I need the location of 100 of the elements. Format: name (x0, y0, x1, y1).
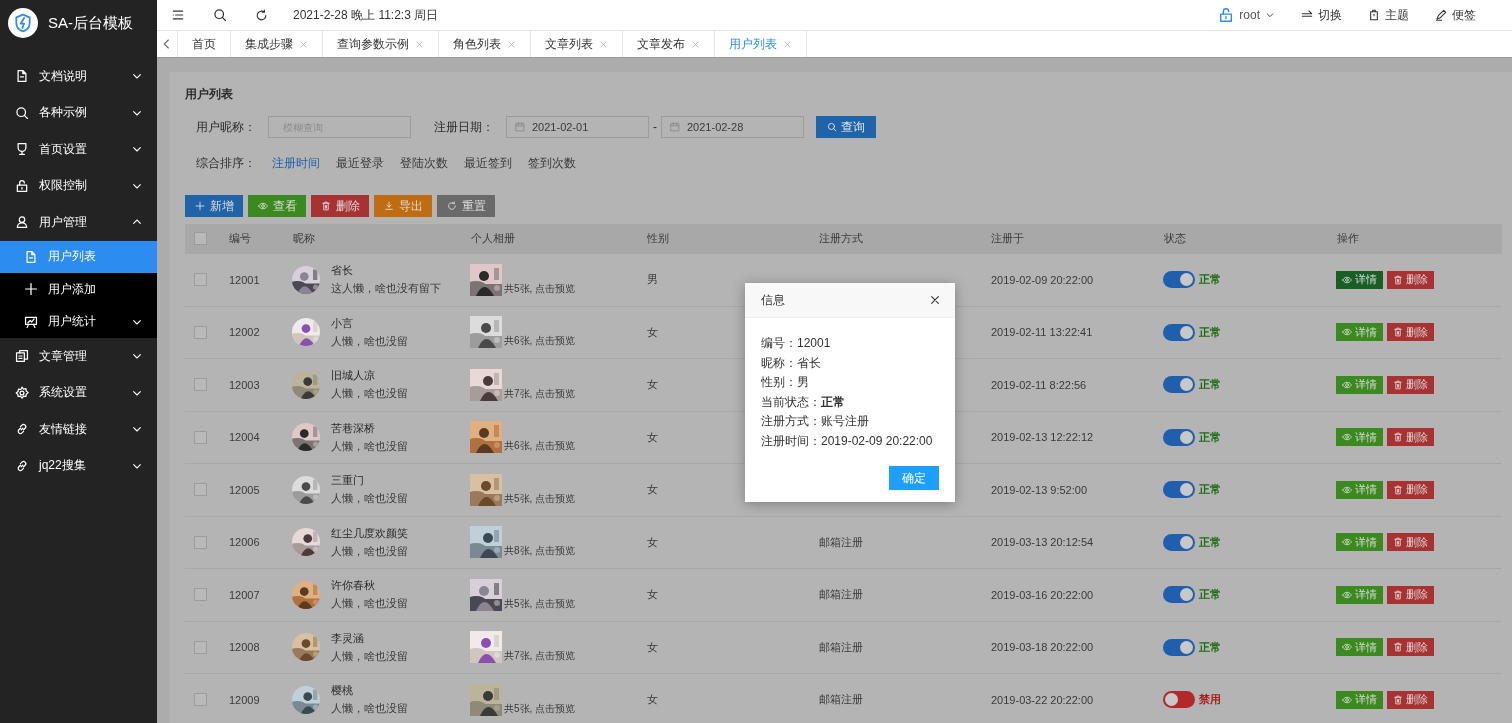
sidebar-item[interactable]: 各种示例 (0, 94, 157, 131)
checkbox[interactable] (194, 273, 207, 287)
sidebar-item[interactable]: 权限控制 (0, 167, 157, 204)
detail-button[interactable]: 详情 (1336, 638, 1383, 657)
date-field[interactable]: 2021-02-01 (506, 116, 649, 138)
close-icon (599, 39, 608, 49)
sort-option[interactable]: 最近签到 (464, 154, 512, 172)
refresh-icon[interactable] (255, 8, 268, 22)
preview-link[interactable]: 共6张, 点击预览 (504, 334, 576, 349)
checkbox[interactable] (194, 325, 207, 339)
toggle-switch[interactable] (1163, 271, 1195, 289)
checkbox[interactable] (194, 378, 207, 392)
delete-button[interactable]: 删除 (1387, 585, 1434, 604)
close-icon[interactable] (929, 294, 941, 306)
delete-button[interactable]: 删除 (1387, 690, 1434, 709)
preview-link[interactable]: 共6张, 点击预览 (504, 439, 576, 454)
sort-option[interactable]: 注册时间 (272, 154, 320, 172)
notes-button[interactable]: 便签 (1435, 6, 1476, 24)
detail-button[interactable]: 详情 (1336, 428, 1383, 447)
preview-link[interactable]: 共5张, 点击预览 (504, 491, 576, 506)
tab[interactable]: 查询参数示例 (323, 31, 439, 57)
status-text: 正常 (1199, 587, 1221, 603)
theme-button[interactable]: 主题 (1368, 6, 1409, 24)
preview-link[interactable]: 共5张, 点击预览 (504, 701, 576, 716)
query-button[interactable]: 查询 (816, 116, 876, 138)
detail-button[interactable]: 详情 (1336, 533, 1383, 552)
toggle-switch[interactable] (1163, 481, 1195, 499)
delete-button[interactable]: 删除 (311, 195, 369, 217)
sidebar-item[interactable]: 文档说明 (0, 58, 157, 95)
checkbox[interactable] (194, 232, 207, 245)
checkbox[interactable] (194, 588, 207, 602)
toggle-switch[interactable] (1163, 586, 1195, 604)
preview-link[interactable]: 共7张, 点击预览 (504, 649, 576, 664)
toggle-switch[interactable] (1163, 376, 1195, 394)
checkbox[interactable] (194, 693, 207, 707)
reset-button[interactable]: 重置 (437, 195, 495, 217)
preview-link[interactable]: 共7张, 点击预览 (504, 386, 576, 401)
sidebar-item[interactable]: 文章管理 (0, 338, 157, 375)
delete-button[interactable]: 删除 (1387, 323, 1434, 342)
nickname: 许你春秋 (331, 578, 376, 594)
preview-link[interactable]: 共5张, 点击预览 (504, 281, 576, 296)
checkbox[interactable] (194, 640, 207, 654)
delete-button[interactable]: 删除 (1387, 480, 1434, 499)
menu-icon[interactable] (171, 8, 185, 22)
sidebar-item[interactable]: 用户管理 (0, 204, 157, 241)
link-icon (15, 422, 29, 437)
date-time: 2021-2-28 晚上 11:2:3 周日 (293, 6, 440, 24)
sort-option[interactable]: 签到次数 (528, 154, 576, 172)
table-cell: 12001 (229, 273, 260, 286)
delete-button[interactable]: 删除 (1387, 375, 1434, 394)
tab[interactable]: 文章列表 (531, 31, 623, 57)
detail-button[interactable]: 详情 (1336, 270, 1383, 289)
plus-icon (194, 201, 205, 211)
eye-icon (1342, 327, 1352, 338)
checkbox[interactable] (194, 430, 207, 444)
tab[interactable]: 文章发布 (623, 31, 715, 57)
sort-option[interactable]: 登陆次数 (400, 154, 448, 172)
view-button[interactable]: 查看 (248, 195, 306, 217)
toggle-switch[interactable] (1163, 638, 1195, 656)
eye-icon (257, 201, 268, 211)
checkbox[interactable] (194, 483, 207, 497)
detail-button[interactable]: 详情 (1336, 375, 1383, 394)
sidebar-item[interactable]: jq22搜集 (0, 447, 157, 484)
delete-button[interactable]: 删除 (1387, 533, 1434, 552)
table-cell: 12004 (229, 431, 260, 444)
user-menu[interactable]: root (1218, 7, 1275, 23)
delete-button[interactable]: 删除 (1387, 638, 1434, 657)
sidebar-item[interactable]: 用户列表 (0, 240, 157, 273)
preview-link[interactable]: 共8张, 点击预览 (504, 544, 576, 559)
sidebar-item[interactable]: 系统设置 (0, 374, 157, 411)
sidebar-item[interactable]: 首页设置 (0, 131, 157, 168)
tab[interactable]: 用户列表 (715, 31, 807, 57)
sort-option[interactable]: 最近登录 (336, 154, 384, 172)
sidebar-item[interactable]: 用户添加 (0, 273, 157, 306)
detail-button[interactable]: 详情 (1336, 690, 1383, 709)
tab[interactable]: 首页 (178, 31, 231, 57)
toggle-switch[interactable] (1163, 428, 1195, 446)
date-field[interactable]: 2021-02-28 (661, 116, 804, 138)
detail-button[interactable]: 详情 (1336, 480, 1383, 499)
export-button[interactable]: 导出 (374, 195, 432, 217)
info-line: 注册方式：账号注册 (761, 414, 870, 430)
preview-link[interactable]: 共5张, 点击预览 (504, 596, 576, 611)
sidebar-item[interactable]: 用户统计 (0, 305, 157, 338)
toggle-switch[interactable] (1163, 691, 1195, 709)
info-line: 当前状态：正常 (761, 394, 846, 410)
sidebar-item[interactable]: 友情链接 (0, 411, 157, 448)
search-icon[interactable] (213, 8, 227, 22)
toggle-switch[interactable] (1163, 533, 1195, 551)
detail-button[interactable]: 详情 (1336, 323, 1383, 342)
toggle-switch[interactable] (1163, 323, 1195, 341)
trash-icon (1393, 642, 1403, 653)
delete-button[interactable]: 删除 (1387, 270, 1434, 289)
switch-button[interactable]: 切换 (1301, 6, 1342, 24)
add-button[interactable]: 新增 (185, 195, 243, 217)
checkbox[interactable] (194, 535, 207, 549)
nickname: 红尘几度欢颜笑 (331, 525, 408, 541)
tab[interactable]: 角色列表 (439, 31, 531, 57)
delete-button[interactable]: 删除 (1387, 428, 1434, 447)
detail-button[interactable]: 详情 (1336, 585, 1383, 604)
tab[interactable]: 集成步骤 (231, 31, 323, 57)
